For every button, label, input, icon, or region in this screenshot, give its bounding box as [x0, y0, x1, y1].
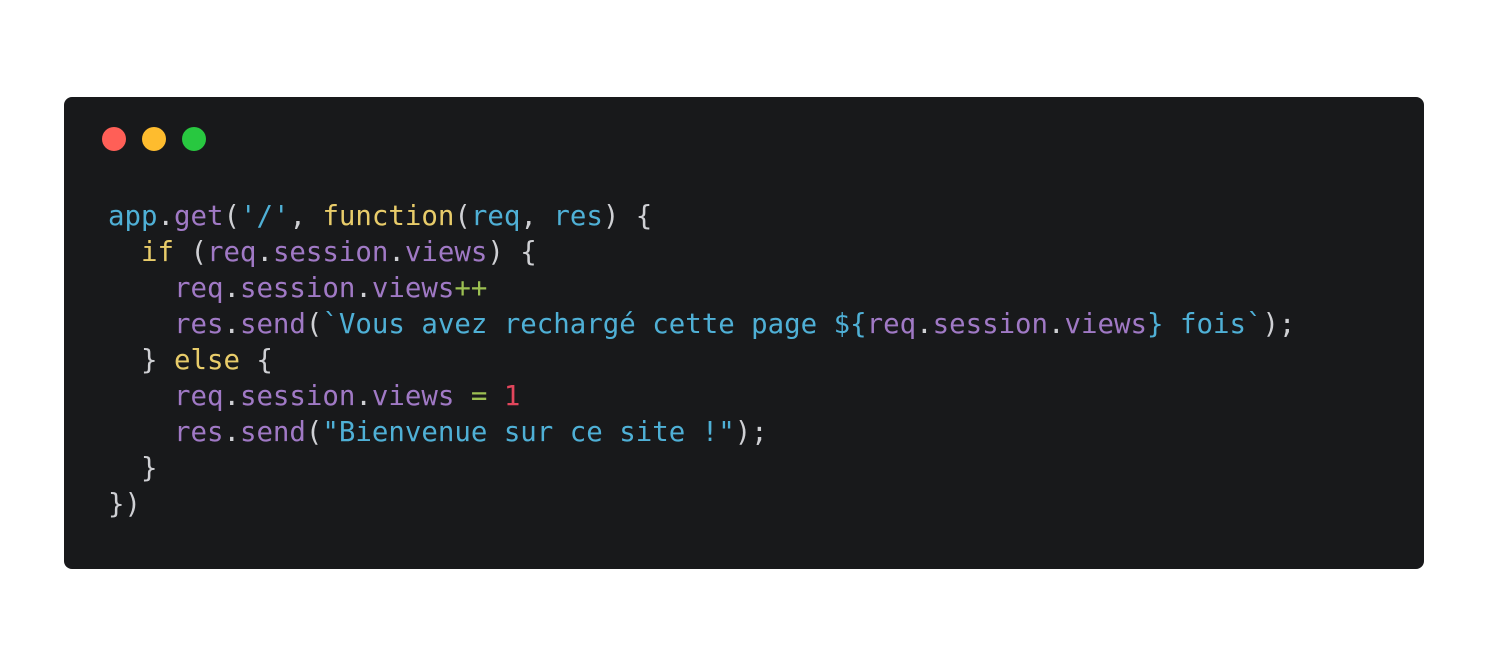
zoom-icon[interactable]: [182, 127, 206, 151]
close-icon[interactable]: [102, 127, 126, 151]
code-token: function: [322, 201, 455, 232]
code-token: ++: [454, 273, 488, 304]
code-token: session: [239, 273, 356, 304]
code-token: .: [916, 309, 933, 340]
code-token: session: [272, 237, 389, 268]
code-token: req: [866, 309, 917, 340]
code-token: .: [256, 237, 273, 268]
window-controls: [102, 127, 206, 151]
code-token: `Vous avez rechargé cette page ${: [322, 309, 867, 340]
code-line: } else {: [108, 343, 1295, 379]
code-token: ) {: [487, 237, 537, 268]
code-token: 1: [503, 381, 521, 412]
code-line: if (req.session.views) {: [108, 235, 1295, 271]
code-token: }): [108, 489, 141, 520]
code-token: session: [239, 381, 356, 412]
code-token: } fois`: [1147, 309, 1263, 340]
code-token: .: [388, 237, 405, 268]
code-token: req: [173, 273, 224, 304]
code-token: views: [404, 237, 488, 268]
code-line: req.session.views = 1: [108, 379, 1295, 415]
code-line: res.send("Bienvenue sur ce site !");: [108, 415, 1295, 451]
code-token: req: [173, 381, 224, 412]
code-token: ,: [520, 201, 554, 232]
code-token: views: [1064, 309, 1147, 340]
code-token: );: [734, 417, 768, 448]
code-token: .: [223, 309, 240, 340]
code-line: }): [108, 487, 1295, 523]
code-token: }: [108, 453, 158, 484]
code-token: res: [173, 309, 224, 340]
code-token: );: [1262, 309, 1296, 340]
code-token: .: [223, 273, 240, 304]
code-token: (: [173, 237, 207, 268]
code-line: }: [108, 451, 1295, 487]
code-token: if: [140, 237, 174, 268]
code-block: app.get('/', function(req, res) { if (re…: [108, 199, 1295, 523]
code-token: send: [239, 417, 306, 448]
code-token: (: [454, 201, 471, 232]
code-token: get: [173, 201, 224, 232]
code-token: else: [173, 345, 240, 376]
code-token: =: [470, 381, 488, 412]
code-token: res: [553, 201, 603, 232]
code-token: views: [371, 381, 455, 412]
code-token: .: [1048, 309, 1065, 340]
code-token: req: [470, 201, 521, 232]
code-line: app.get('/', function(req, res) {: [108, 199, 1295, 235]
code-window: app.get('/', function(req, res) { if (re…: [64, 97, 1424, 569]
code-line: req.session.views++: [108, 271, 1295, 307]
code-token: .: [223, 381, 240, 412]
code-token: ,: [289, 201, 323, 232]
code-token: app: [108, 201, 158, 232]
code-token: views: [371, 273, 455, 304]
code-token: .: [355, 381, 372, 412]
code-token: (: [305, 417, 323, 448]
code-token: (: [223, 201, 240, 232]
code-token: '/': [239, 201, 290, 232]
code-token: req: [206, 237, 257, 268]
code-token: .: [157, 201, 174, 232]
code-token: send: [239, 309, 306, 340]
code-token: }: [108, 345, 174, 376]
code-token: ) {: [602, 201, 653, 232]
code-token: session: [932, 309, 1049, 340]
code-token: "Bienvenue sur ce site !": [322, 417, 735, 448]
code-token: (: [305, 309, 323, 340]
minimize-icon[interactable]: [142, 127, 166, 151]
code-token: .: [223, 417, 240, 448]
code-token: .: [355, 273, 372, 304]
code-line: res.send(`Vous avez rechargé cette page …: [108, 307, 1295, 343]
code-token: res: [173, 417, 224, 448]
code-token: {: [239, 345, 273, 376]
